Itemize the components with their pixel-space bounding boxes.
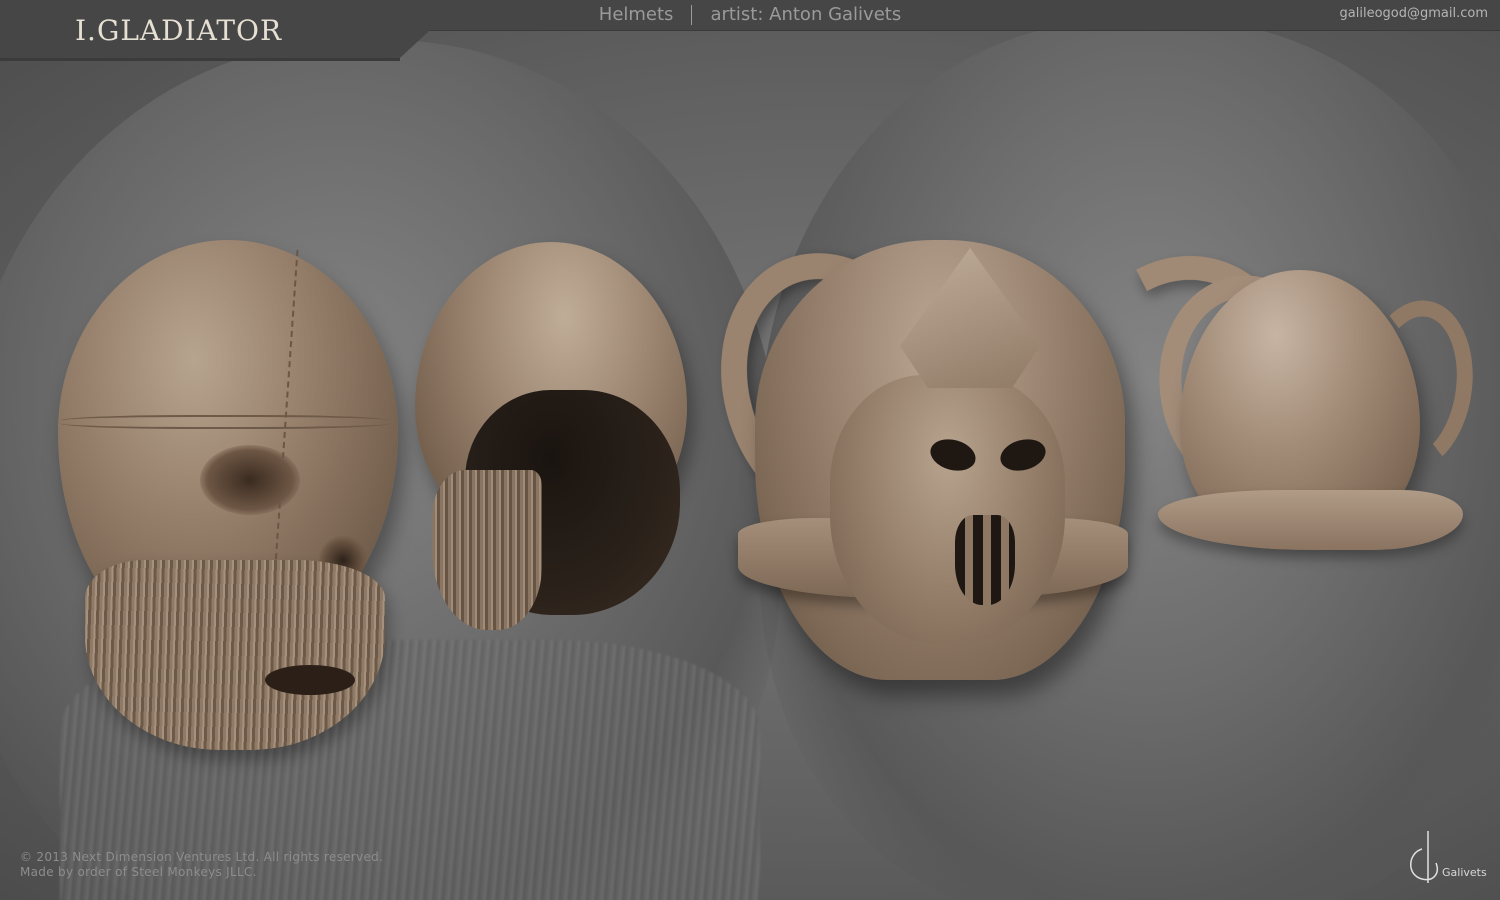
horned-helmet-faceplate — [830, 375, 1065, 645]
helmet-back-beard — [432, 470, 542, 630]
artist-email: galileogod@gmail.com — [1339, 6, 1488, 21]
header-divider — [691, 5, 693, 25]
copyright-notice: © 2013 Next Dimension Ventures Ltd. All … — [20, 850, 383, 880]
faceplate-breathing-grill — [955, 515, 1015, 605]
game-logo-title: I.GLADIATOR — [75, 14, 283, 47]
helmet-band — [60, 415, 390, 429]
commission-line: Made by order of Steel Monkeys JLLC. — [20, 865, 257, 879]
logo-tab-shadow — [0, 58, 400, 61]
artist-credit: artist: Anton Galivets — [710, 4, 902, 25]
section-title: Helmets — [598, 4, 674, 25]
helmet-mouth — [265, 665, 355, 695]
artist-signature: Galivets — [1442, 866, 1487, 879]
artwork-canvas: Helmets artist: Anton Galivets galileogod… — [0, 0, 1500, 900]
copyright-line: © 2013 Next Dimension Ventures Ltd. All … — [20, 850, 384, 864]
helmet-eye-socket — [200, 445, 300, 515]
